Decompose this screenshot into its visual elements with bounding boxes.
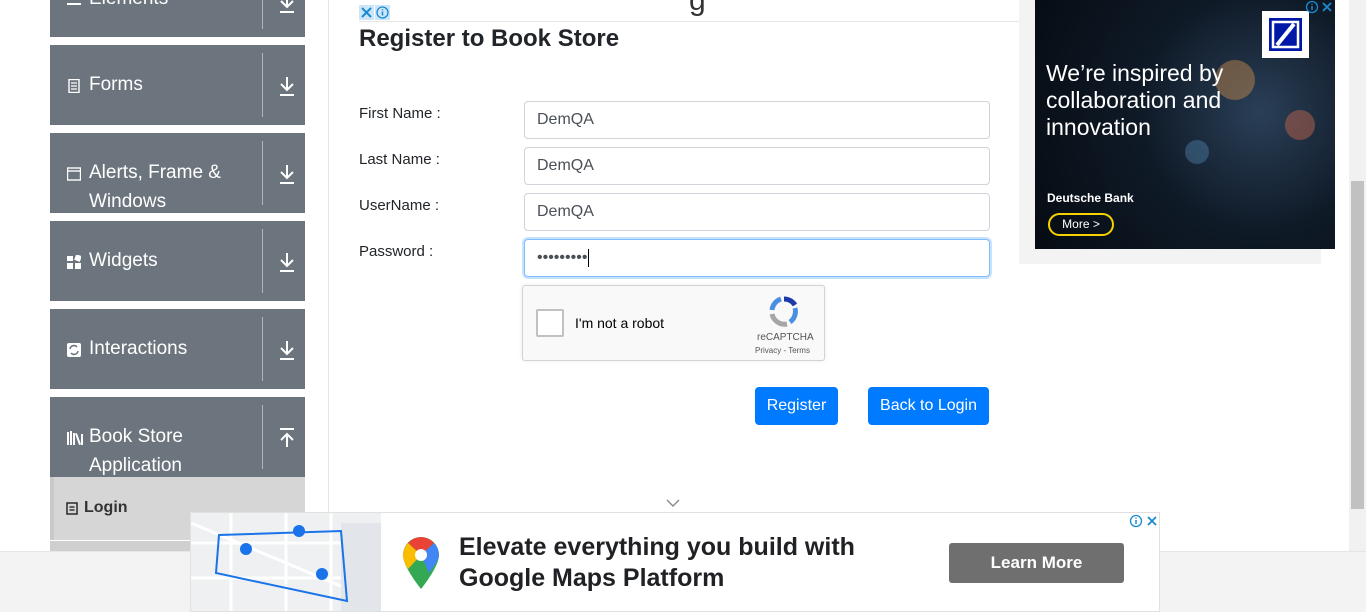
ad-info-icon[interactable] <box>1305 0 1319 14</box>
right-ad-headline: We’re inspired by collaboration and inno… <box>1046 60 1224 140</box>
download-arrow-icon <box>280 77 294 96</box>
download-arrow-icon <box>280 253 294 272</box>
chevron-down-icon[interactable] <box>666 498 680 508</box>
first-name-value: DemQA <box>537 111 594 128</box>
ad-close-icon[interactable] <box>359 5 374 20</box>
download-arrow-icon <box>280 0 294 13</box>
bokeh-light <box>1185 140 1209 164</box>
sidebar-group-label: Elements <box>89 0 249 13</box>
recaptcha-logo-icon <box>769 296 798 327</box>
right-ad-brand: Deutsche Bank <box>1047 191 1134 205</box>
top-ad-text: g <box>689 0 706 17</box>
username-label: UserName : <box>359 197 440 214</box>
password-value: ••••••••• <box>537 249 588 266</box>
password-input[interactable]: ••••••••• <box>524 239 990 277</box>
map-illustration <box>191 513 382 611</box>
ad-info-icon[interactable] <box>375 5 390 20</box>
sidebar-group-label: Book Store Application <box>89 426 183 476</box>
sidebar-group-label: Forms <box>89 74 143 95</box>
right-ad-more-button[interactable]: More > <box>1048 213 1114 236</box>
divider <box>262 53 263 117</box>
recaptcha-links[interactable]: Privacy - Terms <box>755 346 810 355</box>
sidebar-group-elements[interactable]: Elements <box>50 0 305 37</box>
recaptcha-widget: I'm not a robot reCAPTCHA Privacy - Term… <box>522 285 825 361</box>
learn-more-button[interactable]: Learn More <box>949 543 1124 583</box>
last-name-value: DemQA <box>537 157 594 174</box>
top-ad-banner[interactable]: g <box>359 0 1019 22</box>
books-icon <box>67 431 83 445</box>
register-button[interactable]: Register <box>755 387 838 425</box>
page-title: Register to Book Store <box>359 25 620 52</box>
first-name-input[interactable]: DemQA <box>524 101 990 139</box>
logo-slash-icon <box>1271 20 1300 49</box>
last-name-label: Last Name : <box>359 151 440 168</box>
text-cursor <box>588 248 590 267</box>
google-maps-pin-icon <box>403 537 439 589</box>
last-name-input[interactable]: DemQA <box>524 147 990 185</box>
first-name-label: First Name : <box>359 105 441 122</box>
sidebar-group-label: Interactions <box>89 338 188 359</box>
widgets-icon <box>67 255 81 269</box>
bokeh-light <box>1285 110 1315 140</box>
sidebar-item-label: Login <box>84 499 128 516</box>
back-to-login-button[interactable]: Back to Login <box>868 387 989 425</box>
sync-icon <box>67 343 81 357</box>
download-arrow-icon <box>280 341 294 360</box>
username-input[interactable]: DemQA <box>524 193 990 231</box>
divider <box>262 229 263 293</box>
sidebar-group-widgets[interactable]: Widgets <box>50 221 305 301</box>
sidebar-group-interactions[interactable]: Interactions <box>50 309 305 389</box>
ad-close-icon[interactable] <box>1320 0 1334 14</box>
upload-arrow-icon <box>280 428 294 447</box>
download-arrow-icon <box>280 165 294 184</box>
divider <box>262 0 263 29</box>
sidebar-group-label: Alerts, Frame & Windows <box>89 162 221 212</box>
ad-close-icon[interactable] <box>1145 514 1159 528</box>
username-value: DemQA <box>537 203 594 220</box>
file-icon <box>68 79 80 93</box>
window-icon <box>67 167 81 181</box>
password-label: Password : <box>359 243 434 260</box>
divider <box>262 405 263 469</box>
sidebar-group-book-store[interactable]: Book Store Application <box>50 397 305 477</box>
bottom-ad-banner[interactable]: Elevate everything you build with Google… <box>190 512 1160 612</box>
list-icon <box>67 3 81 5</box>
recaptcha-label: I'm not a robot <box>575 315 665 331</box>
scrollbar-thumb[interactable] <box>1351 181 1364 509</box>
map-graphic-icon <box>191 513 382 611</box>
sidebar-group-label: Widgets <box>89 250 158 271</box>
sidebar-group-alerts[interactable]: Alerts, Frame & Windows <box>50 133 305 213</box>
deutsche-bank-logo-icon <box>1262 11 1309 58</box>
ad-info-icon[interactable] <box>1129 514 1143 528</box>
divider <box>262 317 263 381</box>
bottom-ad-headline: Elevate everything you build with Google… <box>459 533 855 592</box>
recaptcha-checkbox[interactable] <box>536 309 564 337</box>
right-ad-banner[interactable]: We’re inspired by collaboration and inno… <box>1035 0 1335 249</box>
login-icon <box>66 502 78 515</box>
sidebar-group-forms[interactable]: Forms <box>50 45 305 125</box>
recaptcha-brand: reCAPTCHA <box>757 332 814 343</box>
divider <box>262 141 263 205</box>
